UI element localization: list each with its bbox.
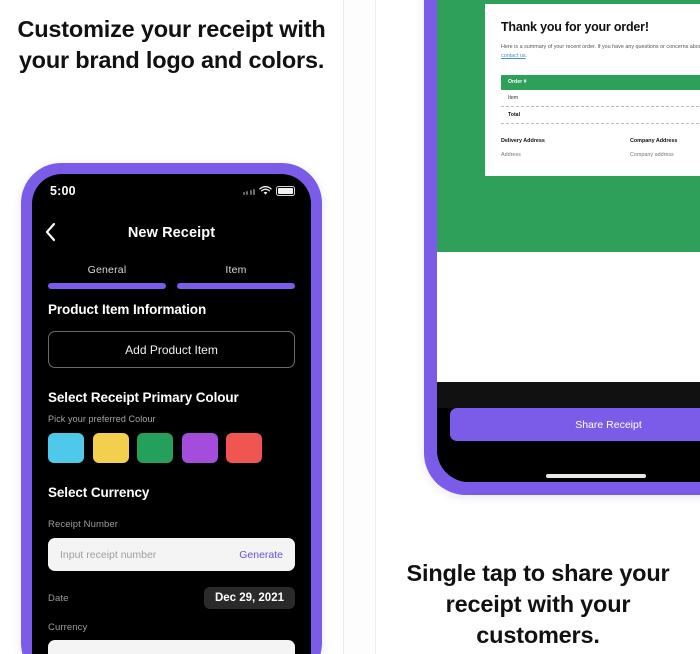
phone-mockup-left: 5:00 New Receipt General Item Product It… [21, 163, 322, 654]
date-label: Date [48, 592, 69, 604]
tab-item-underline [177, 283, 295, 289]
delivery-address-value: Address [501, 151, 521, 158]
panel-divider-1 [343, 0, 344, 654]
right-feature-panel: Thank you for your order! Here is a summ… [376, 0, 700, 654]
tab-item-label: Item [225, 264, 247, 276]
tab-general-label: General [87, 264, 127, 276]
receipt-number-input[interactable]: Input receipt number Generate [48, 538, 295, 571]
order-summary-table: Order # Uber-52622708 Item 50,000.0 Tota… [501, 74, 700, 124]
select-currency-section-title: Select Currency [48, 485, 150, 500]
address-section: Delivery Address Address Company Address… [501, 138, 700, 158]
date-picker-button[interactable]: Dec 29, 2021 [203, 587, 295, 609]
left-caption: Customize your receipt with your brand l… [17, 16, 326, 74]
company-address-title: Company Address [630, 137, 678, 144]
item-label: Item [508, 94, 519, 101]
wifi-icon [259, 186, 272, 196]
nav-bar: New Receipt [32, 222, 311, 250]
left-feature-panel: Customize your receipt with your brand l… [0, 0, 343, 654]
company-address-value: Company address [630, 151, 674, 158]
receipt-number-placeholder: Input receipt number [60, 548, 157, 561]
chevron-left-icon[interactable] [44, 222, 57, 247]
receipt-body-before: Here is a summary of your recent order. … [501, 44, 700, 50]
order-number-label: Order # [508, 79, 527, 86]
form-content: Product Item Information Add Product Ite… [48, 302, 295, 654]
delivery-address-block: Delivery Address Address [501, 138, 630, 158]
contact-us-link[interactable]: contact us [501, 53, 526, 59]
page-title: New Receipt [127, 225, 216, 241]
receipt-title: Thank you for your order! [501, 20, 649, 34]
add-product-item-button[interactable]: Add Product Item [48, 331, 295, 368]
swatch-purple[interactable] [181, 433, 218, 463]
tab-general[interactable]: General [48, 264, 166, 289]
battery-icon [276, 186, 295, 196]
product-item-section-title: Product Item Information [48, 302, 207, 317]
total-label: Total [508, 111, 521, 118]
currency-input[interactable] [48, 640, 295, 654]
receipt-preview-whitespace [437, 252, 700, 382]
swatch-cyan[interactable] [48, 433, 84, 463]
colour-helper-text: Pick your preferred Colour [48, 414, 156, 424]
phone-mockup-right: Thank you for your order! Here is a summ… [424, 0, 700, 495]
swatch-red[interactable] [226, 433, 262, 463]
date-row: Date Dec 29, 2021 [48, 587, 295, 609]
colour-swatch-list [48, 433, 295, 463]
row-divider [501, 122, 700, 124]
receipt-body-after: . [525, 53, 528, 60]
home-indicator [545, 474, 646, 478]
phone-screen-left: 5:00 New Receipt General Item Product It… [32, 174, 311, 654]
phone-screen-right: Thank you for your order! Here is a summ… [437, 0, 700, 482]
table-row: Item 50,000.0 [501, 90, 700, 106]
primary-colour-section-title: Select Receipt Primary Colour [48, 390, 239, 405]
order-table-header: Order # Uber-52622708 [501, 74, 700, 90]
generate-button[interactable]: Generate [239, 549, 283, 561]
receipt-number-label: Receipt Number [48, 519, 119, 530]
status-time: 5:00 [50, 184, 76, 198]
receipt-card: Thank you for your order! Here is a summ… [485, 4, 700, 176]
receipt-body-text: Here is a summary of your recent order. … [501, 43, 700, 62]
app-screenshot: Customize your receipt with your brand l… [0, 0, 700, 654]
signal-dots-icon [242, 187, 255, 195]
share-receipt-button[interactable]: Share Receipt [450, 408, 700, 441]
delivery-address-title: Delivery Address [501, 137, 545, 144]
company-address-block: Company Address Company address [630, 138, 700, 158]
tab-general-underline [48, 283, 166, 289]
tab-bar: General Item [48, 264, 295, 289]
swatch-green[interactable] [137, 433, 173, 463]
right-caption: Single tap to share your receipt with yo… [406, 560, 670, 649]
tab-item[interactable]: Item [177, 264, 295, 289]
status-bar: 5:00 [32, 174, 311, 204]
currency-label: Currency [48, 622, 88, 633]
table-row: Total 50,000.0 [501, 107, 700, 123]
swatch-yellow[interactable] [92, 433, 129, 463]
